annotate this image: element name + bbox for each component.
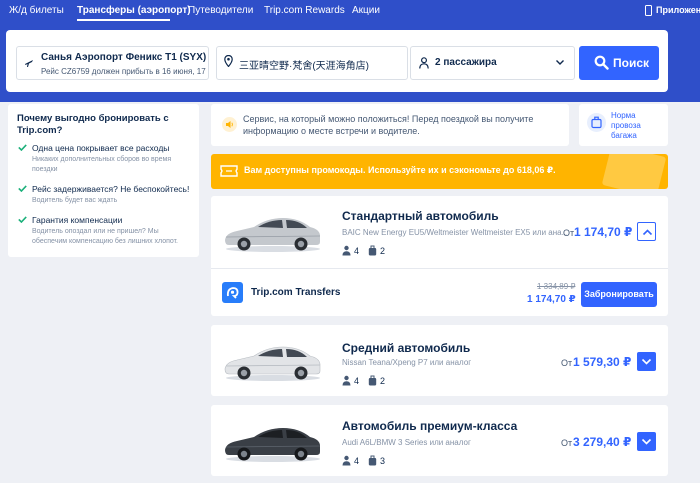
promo-text: Вам доступны промокоды. Используйте их и… <box>244 165 556 175</box>
car-title: Автомобиль премиум-класса <box>342 419 518 433</box>
old-price: 1 334,89 ₽ <box>537 282 576 291</box>
seat-icon <box>342 375 351 386</box>
bag-count: 2 <box>380 246 386 256</box>
seat-count: 4 <box>354 376 360 386</box>
search-button[interactable]: Поиск <box>579 46 659 80</box>
benefits-card: Почему выгодно бронировать с Trip.com? О… <box>8 104 199 257</box>
price-prefix: От <box>561 358 573 368</box>
car-option-premium[interactable]: Автомобиль премиум-класса Audi A6L/BMW 3… <box>211 405 668 476</box>
chevron-down-icon <box>556 60 564 65</box>
car-price: 1 579,30 ₽ <box>573 355 632 369</box>
dropoff-field[interactable]: 三亚晴空野·梵舍(天涯海角店) <box>216 46 408 80</box>
vendor-price: 1 174,70 ₽ <box>527 294 576 305</box>
phone-icon <box>645 5 652 16</box>
search-panel: Санья Аэропорт Феникс T1 (SYX) Рейс CZ67… <box>6 30 668 92</box>
chevron-up-icon <box>642 229 653 236</box>
benefit-title: Гарантия компенсации <box>32 215 123 225</box>
benefit-desc: Никаких дополнительных сборов во время п… <box>32 156 172 173</box>
vendor-name: Trip.com Transfers <box>251 287 341 298</box>
seat-count: 4 <box>354 456 360 466</box>
nav-rail-tickets[interactable]: Ж/д билеты <box>9 5 64 16</box>
car-price: 3 279,40 ₽ <box>573 435 632 449</box>
bag-count: 3 <box>380 456 386 466</box>
pin-icon <box>224 55 233 67</box>
passengers-value: 2 пассажира <box>435 57 497 68</box>
top-nav: Ж/д билеты Трансферы (аэропорт) Путеводи… <box>0 0 700 22</box>
car-image-sedan-white <box>224 346 321 381</box>
nav-guides[interactable]: Путеводители <box>188 5 253 16</box>
seat-icon <box>342 455 351 466</box>
car-models: BAIC New Energy EU5/Weltmeister Weltmeis… <box>342 228 567 237</box>
suitcase-icon <box>368 375 377 386</box>
pickup-airport: Санья Аэропорт Феникс T1 (SYX) <box>41 52 207 63</box>
book-button[interactable]: Забронировать <box>581 282 657 307</box>
benefit-title: Рейс задерживается? Не беспокойтесь! <box>32 184 190 194</box>
active-tab-indicator <box>77 19 170 21</box>
promo-decoration <box>601 154 667 189</box>
seat-count: 4 <box>354 246 360 256</box>
collapse-button[interactable] <box>637 222 656 241</box>
passengers-select[interactable]: 2 пассажира <box>410 46 575 80</box>
car-option-medium[interactable]: Средний автомобиль Nissan Teana/Xpeng P7… <box>211 325 668 396</box>
baggage-allowance-link[interactable]: Норма провоза багажа <box>579 104 668 146</box>
service-info-text: Сервис, на который можно положиться! Пер… <box>243 114 534 136</box>
price-prefix: От <box>561 438 573 448</box>
expand-button[interactable] <box>637 432 656 451</box>
vendor-offer-row: Trip.com Transfers 1 334,89 ₽ 1 174,70 ₽… <box>211 268 668 316</box>
suitcase-icon <box>368 245 377 256</box>
benefit-desc: Водитель будет вас ждать <box>32 197 118 204</box>
seat-icon <box>342 245 351 256</box>
ticket-icon <box>220 165 238 177</box>
car-models: Audi A6L/BMW 3 Series или аналог <box>342 438 471 447</box>
check-icon <box>18 185 27 192</box>
check-icon <box>18 144 27 151</box>
service-info-card: Сервис, на который можно положиться! Пер… <box>211 104 569 146</box>
chevron-down-icon <box>641 358 652 365</box>
benefits-title: Почему выгодно бронировать с Trip.com? <box>17 113 169 136</box>
car-option-standard[interactable]: Стандартный автомобиль BAIC New Energy E… <box>211 196 668 268</box>
benefit-title: Одна цена покрывает все расходы <box>32 143 170 153</box>
car-price: 1 174,70 ₽ <box>574 225 633 239</box>
book-button-label: Забронировать <box>584 289 654 299</box>
check-icon <box>18 216 27 223</box>
dropoff-address: 三亚晴空野·梵舍(天涯海角店) <box>239 61 369 72</box>
price-prefix: От <box>563 228 575 238</box>
promo-banner[interactable]: Вам доступны промокоды. Используйте их и… <box>211 154 668 189</box>
nav-airport-transfers[interactable]: Трансферы (аэропорт) <box>77 5 191 16</box>
car-title: Средний автомобиль <box>342 341 471 355</box>
chevron-down-icon <box>641 438 652 445</box>
nav-promotions[interactable]: Акции <box>352 5 380 16</box>
app-download-link[interactable]: Приложение <box>656 5 700 15</box>
benefit-desc: Водитель опоздал или не пришел? Мы обесп… <box>32 228 179 245</box>
car-image-sedan-black <box>225 428 321 462</box>
car-image-sedan-silver <box>225 218 321 252</box>
plane-icon <box>25 60 33 67</box>
user-icon <box>419 57 429 69</box>
car-models: Nissan Teana/Xpeng P7 или аналог <box>342 358 472 367</box>
baggage-allowance-label: Норма провоза багажа <box>611 111 641 140</box>
nav-trip-rewards[interactable]: Trip.com Rewards <box>264 5 345 16</box>
speaker-icon <box>222 117 237 132</box>
baggage-icon <box>587 113 606 132</box>
pickup-field[interactable]: Санья Аэропорт Феникс T1 (SYX) Рейс CZ67… <box>16 46 209 80</box>
flight-info: Рейс CZ6759 должен прибыть в 16 июня, 17… <box>41 67 206 76</box>
car-title: Стандартный автомобиль <box>342 209 499 223</box>
trip-logo-icon <box>222 282 243 303</box>
search-button-label: Поиск <box>613 56 650 70</box>
bag-count: 2 <box>380 376 386 386</box>
expand-button[interactable] <box>637 352 656 371</box>
suitcase-icon <box>368 455 377 466</box>
search-icon <box>594 55 609 70</box>
